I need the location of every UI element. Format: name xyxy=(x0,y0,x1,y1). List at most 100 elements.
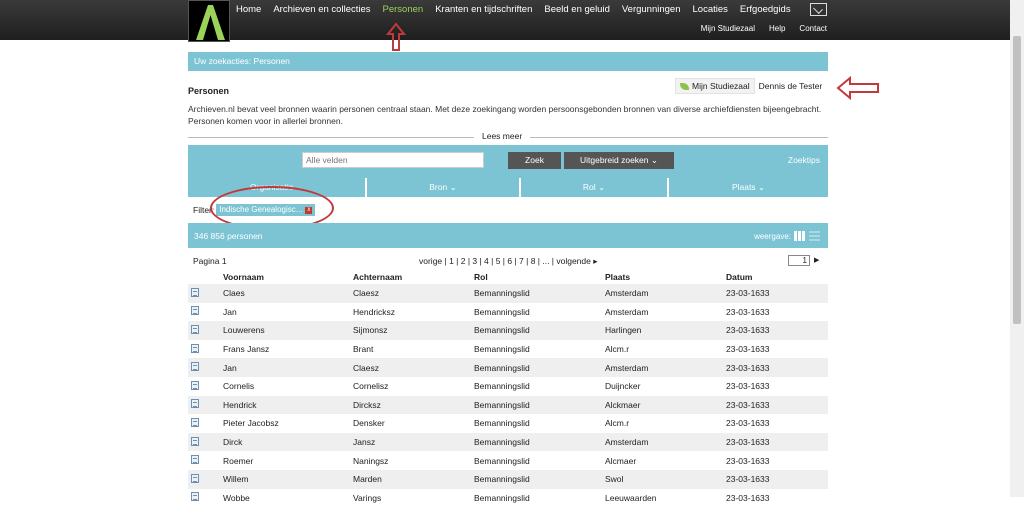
archieven-logo[interactable] xyxy=(188,0,230,42)
facet-plaats[interactable]: Plaats ⌄ xyxy=(669,178,828,197)
table-row[interactable]: Pieter Jacobsz Densker Bemanningslid Alcm.r… xyxy=(188,414,828,433)
table-cell: 23-03-1633 xyxy=(726,288,770,299)
table-cell: Dirck xyxy=(223,437,243,448)
nav-item-personen[interactable]: Personen xyxy=(383,4,424,15)
table-row[interactable]: Dirck Jansz Bemanningslid Amsterdam 23-03-16… xyxy=(188,432,828,452)
table-cell: Roemer xyxy=(223,455,254,466)
studiezaal-label: Mijn Studiezaal xyxy=(692,81,750,91)
table-cell: Jan xyxy=(223,362,237,373)
nav-item-beeld-en-geluid[interactable]: Beeld en geluid xyxy=(544,4,610,15)
document-icon[interactable] xyxy=(191,362,199,372)
leaf-icon xyxy=(680,82,689,90)
table-row[interactable]: Willem Marden Bemanningslid Swol 23-03-1633 xyxy=(188,469,828,489)
table-row[interactable]: Frans Jansz Brant Bemanningslid Alcm.r 23-03… xyxy=(188,340,828,359)
weergave-label: weergave: xyxy=(754,232,791,241)
facet-bron[interactable]: Bron ⌄ xyxy=(367,178,519,197)
search-bar: Zoek Uitgebreid zoeken ⌄ Zoektips xyxy=(188,145,828,178)
zoek-button[interactable]: Zoek xyxy=(508,152,561,169)
table-cell: 23-03-1633 xyxy=(726,362,770,373)
intro-text: Archieven.nl bevat veel bronnen waarin p… xyxy=(188,104,822,126)
facet-rol[interactable]: Rol ⌄ xyxy=(521,178,667,197)
nav-item-archieven-en-collecties[interactable]: Archieven en collecties xyxy=(273,4,370,15)
document-icon[interactable] xyxy=(191,287,199,297)
nav-item-home[interactable]: Home xyxy=(236,4,261,15)
subnav-item-contact[interactable]: Contact xyxy=(799,24,827,33)
table-cell: Hendrick xyxy=(223,399,257,410)
table-cell: Pieter Jacobsz xyxy=(223,418,279,429)
icon-column-header xyxy=(188,270,223,284)
table-cell: Leeuwaarden xyxy=(605,492,657,503)
table-cell: Brant xyxy=(353,344,374,355)
table-cell: Sijmonsz xyxy=(353,325,388,336)
table-cell: Bemanningslid xyxy=(474,474,530,485)
column-header-rol[interactable]: Rol xyxy=(474,270,605,284)
document-icon[interactable] xyxy=(191,380,199,390)
table-cell: Varings xyxy=(353,492,382,503)
table-cell: 23-03-1633 xyxy=(726,325,770,336)
table-row[interactable]: Hendrick Dircksz Bemanningslid Alckmaer 23-0… xyxy=(188,395,828,415)
uitgebreid-zoeken-button[interactable]: Uitgebreid zoeken ⌄ xyxy=(564,152,674,169)
page-number-input[interactable]: 1 xyxy=(788,255,810,266)
table-cell: Amsterdam xyxy=(605,306,649,317)
table-cell: 23-03-1633 xyxy=(726,399,770,410)
search-input[interactable] xyxy=(302,152,484,168)
subnav-item-mijn-studiezaal[interactable]: Mijn Studiezaal xyxy=(701,24,755,33)
mijn-studiezaal-button[interactable]: Mijn Studiezaal xyxy=(675,78,755,94)
column-header-achternaam[interactable]: Achternaam xyxy=(353,270,474,284)
user-box: Mijn Studiezaal Dennis de Tester xyxy=(675,78,826,94)
table-row[interactable]: Cornelis Cornelisz Bemanningslid Duijncker 2… xyxy=(188,377,828,396)
page-links[interactable]: vorige | 1 | 2 | 3 | 4 | 5 | 6 | 7 | 8 |… xyxy=(419,256,598,267)
document-icon[interactable] xyxy=(191,324,199,334)
table-row[interactable]: Louwerens Sijmonsz Bemanningslid Harlingen 2… xyxy=(188,321,828,340)
column-header-plaats[interactable]: Plaats xyxy=(605,270,726,284)
nav-item-kranten-en-tijdschriften[interactable]: Kranten en tijdschriften xyxy=(435,4,532,15)
document-icon[interactable] xyxy=(191,343,199,353)
subnav-item-help[interactable]: Help xyxy=(769,24,785,33)
table-row[interactable]: Wobbe Varings Bemanningslid Leeuwaarden 23-0… xyxy=(188,489,828,507)
table-cell: Bemanningslid xyxy=(474,418,530,429)
column-header-datum[interactable]: Datum xyxy=(726,270,828,284)
table-cell: Bemanningslid xyxy=(474,306,530,317)
row-icon-cell xyxy=(188,321,223,340)
table-row[interactable]: Claes Claesz Bemanningslid Amsterdam 23-03-1… xyxy=(188,284,828,303)
table-header-row: Voornaam Achternaam Rol Plaats Datum xyxy=(188,270,828,284)
next-page-icon[interactable]: ▶ xyxy=(814,256,819,264)
scrollbar[interactable] xyxy=(1010,0,1024,497)
table-cell: 23-03-1633 xyxy=(726,344,770,355)
document-icon[interactable] xyxy=(191,436,199,446)
document-icon[interactable] xyxy=(191,455,199,465)
result-count: 346 856 personen xyxy=(194,231,263,241)
document-icon[interactable] xyxy=(191,473,199,483)
table-cell: 23-03-1633 xyxy=(726,418,770,429)
nav-item-vergunningen[interactable]: Vergunningen xyxy=(622,4,681,15)
nav-item-erfgoedgids[interactable]: Erfgoedgids xyxy=(740,4,791,15)
row-icon-cell xyxy=(188,340,223,359)
table-row[interactable]: Jan Claesz Bemanningslid Amsterdam 23-03-163… xyxy=(188,358,828,377)
annotation-arrow-left xyxy=(836,76,879,100)
user-name[interactable]: Dennis de Tester xyxy=(755,79,827,93)
row-icon-cell xyxy=(188,414,223,433)
document-icon[interactable] xyxy=(191,306,199,316)
table-cell: Frans Jansz xyxy=(223,344,270,355)
column-header-voornaam[interactable]: Voornaam xyxy=(223,270,353,284)
table-row[interactable]: Roemer Naningsz Bemanningslid Alcmaer 23-03-… xyxy=(188,451,828,470)
table-cell: 23-03-1633 xyxy=(726,455,770,466)
scrollbar-thumb[interactable] xyxy=(1013,36,1021,324)
nav-item-locaties[interactable]: Locaties xyxy=(693,4,728,15)
lees-meer-link[interactable]: Lees meer xyxy=(474,131,531,141)
table-cell: Bemanningslid xyxy=(474,399,530,410)
table-row[interactable]: Jan Hendricksz Bemanningslid Amsterdam 23-03… xyxy=(188,303,828,322)
row-icon-cell xyxy=(188,396,223,415)
table-cell: Swol xyxy=(605,474,624,485)
lees-meer-divider: Lees meer xyxy=(188,131,828,143)
table-cell: Amsterdam xyxy=(605,362,649,373)
table-cell: Alcm.r xyxy=(605,344,630,355)
list-view-icon[interactable] xyxy=(809,231,820,241)
document-icon[interactable] xyxy=(191,417,199,427)
fullscreen-icon[interactable] xyxy=(810,3,827,16)
table-cell: Bemanningslid xyxy=(474,288,530,299)
zoektips-link[interactable]: Zoektips xyxy=(788,155,820,165)
grid-view-icon[interactable] xyxy=(794,231,805,241)
row-icon-cell xyxy=(188,377,223,396)
document-icon[interactable] xyxy=(191,399,199,409)
